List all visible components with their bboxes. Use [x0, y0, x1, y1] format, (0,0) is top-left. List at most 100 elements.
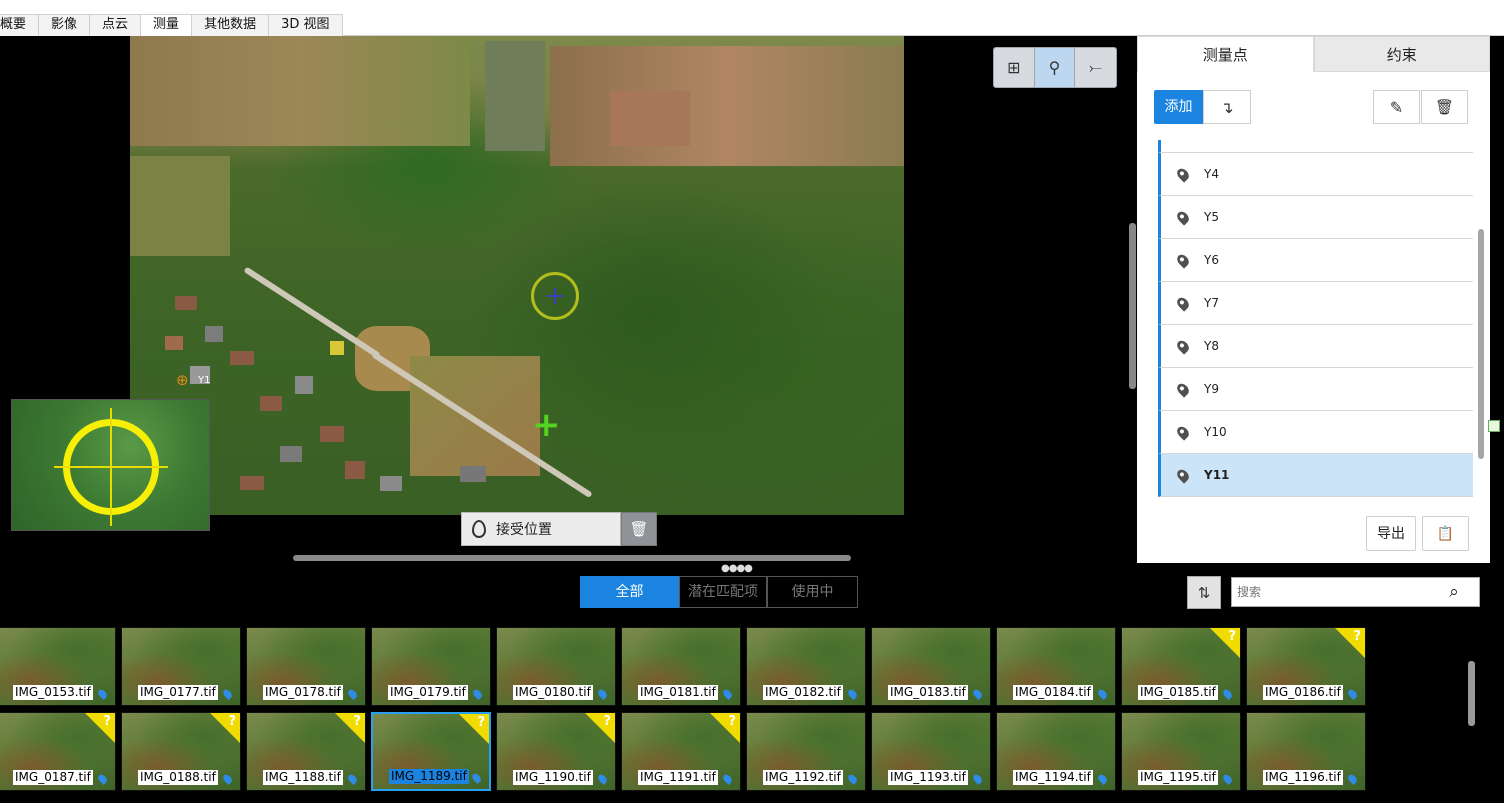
thumbnail[interactable]: IMG_1192.tif: [746, 712, 866, 791]
question-mark-icon: ?: [353, 714, 361, 729]
tab-images[interactable]: 影像: [38, 14, 91, 36]
viewer-vertical-scrollbar[interactable]: [1129, 223, 1136, 389]
thumbnail[interactable]: ? IMG_1188.tif: [246, 712, 366, 791]
module-tabs: 概要 影像 点云 测量 其他数据 3D 视图: [0, 14, 343, 37]
panel-splitter[interactable]: [0, 563, 1504, 571]
aerial-image[interactable]: + ⊕ Y1: [130, 36, 904, 515]
location-pin-icon: [471, 687, 484, 701]
point-list-scrollbar[interactable]: [1478, 229, 1484, 459]
search-box: ⌕: [1231, 577, 1480, 607]
thumbnail[interactable]: IMG_0177.tif: [121, 627, 241, 706]
thumbnail-filename: IMG_0183.tif: [888, 685, 968, 700]
location-pin-icon: [96, 687, 109, 701]
thumbnail[interactable]: ? IMG_0186.tif: [1246, 627, 1366, 706]
edit-point-button[interactable]: ✎: [1373, 90, 1420, 124]
filter-all-button[interactable]: 全部: [580, 576, 679, 608]
thumbnail-selected[interactable]: ? IMG_1189.tif: [371, 712, 491, 791]
location-pin-icon: [96, 772, 109, 786]
delete-point-button[interactable]: 🗑: [1421, 90, 1468, 124]
search-icon[interactable]: ⌕: [1440, 582, 1468, 602]
clipboard-button[interactable]: 📋: [1422, 516, 1469, 551]
thumbnail[interactable]: IMG_0178.tif: [246, 627, 366, 706]
point-name: Y8: [1204, 339, 1219, 353]
fit-view-icon[interactable]: ⊞: [994, 48, 1035, 87]
thumbnail[interactable]: ? IMG_1190.tif: [496, 712, 616, 791]
building: [320, 426, 344, 442]
export-button[interactable]: 导出: [1366, 516, 1416, 551]
thumbnail-filename: IMG_0180.tif: [513, 685, 593, 700]
building: [205, 326, 223, 342]
list-item[interactable]: [1158, 140, 1473, 153]
location-pin-icon: [596, 772, 609, 786]
thumbnail[interactable]: IMG_0183.tif: [871, 627, 991, 706]
filter-in-use-button[interactable]: 使用中: [767, 576, 858, 608]
farmland-area: [130, 156, 230, 256]
location-pin-icon: [1346, 772, 1359, 786]
point-mode-icon[interactable]: ⚲: [1034, 48, 1076, 87]
accept-position-button[interactable]: 接受位置: [461, 512, 621, 546]
list-item[interactable]: Y10: [1158, 411, 1473, 454]
list-item[interactable]: Y9: [1158, 368, 1473, 411]
thumbnail[interactable]: IMG_1195.tif: [1121, 712, 1241, 791]
thumbnail[interactable]: IMG_1196.tif: [1246, 712, 1366, 791]
location-pin-icon: [221, 772, 234, 786]
map-pin-icon: [1174, 294, 1192, 312]
thumbnail-filename: IMG_0178.tif: [263, 685, 343, 700]
delete-position-button[interactable]: 🗑: [621, 512, 657, 546]
tab-other-data[interactable]: 其他数据: [191, 14, 270, 36]
filter-potential-button[interactable]: 潜在匹配项: [679, 576, 767, 608]
tab-3d-view[interactable]: 3D 视图: [268, 14, 343, 36]
target-reticle[interactable]: [531, 272, 579, 320]
thumbnail[interactable]: IMG_1194.tif: [996, 712, 1116, 791]
projected-position-marker: +: [532, 405, 561, 445]
point-label-y1: Y1: [198, 375, 211, 386]
list-item[interactable]: Y7: [1158, 282, 1473, 325]
building: [240, 476, 264, 490]
point-name: Y9: [1204, 382, 1219, 396]
line-mode-icon[interactable]: ⤚: [1075, 48, 1116, 87]
thumbnail-scrollbar[interactable]: [1468, 661, 1475, 726]
thumbnail-filename: IMG_0187.tif: [13, 770, 93, 785]
list-item[interactable]: Y6: [1158, 239, 1473, 282]
building: [280, 446, 302, 462]
thumbnail[interactable]: IMG_1193.tif: [871, 712, 991, 791]
clipboard-icon: 📋: [1436, 525, 1455, 542]
list-item[interactable]: Y4: [1158, 153, 1473, 196]
viewer-horizontal-scrollbar[interactable]: [293, 555, 851, 561]
tab-measurement[interactable]: 测量: [140, 14, 193, 37]
thumbnail[interactable]: IMG_0184.tif: [996, 627, 1116, 706]
import-points-button[interactable]: ↴: [1203, 90, 1251, 124]
resize-handle[interactable]: [1488, 420, 1500, 432]
building: [380, 476, 402, 491]
list-item[interactable]: Y5: [1158, 196, 1473, 239]
thumbnail[interactable]: IMG_0179.tif: [371, 627, 491, 706]
farmland-area: [550, 46, 904, 166]
add-point-button[interactable]: 添加: [1154, 90, 1203, 124]
building: [260, 396, 282, 411]
location-pin-icon: [221, 687, 234, 701]
thumbnail[interactable]: ? IMG_0187.tif: [0, 712, 116, 791]
splitter-grip-icon[interactable]: ●●●●: [721, 563, 753, 574]
tab-constraints[interactable]: 约束: [1313, 36, 1490, 72]
thumbnail[interactable]: IMG_0153.tif: [0, 627, 116, 706]
thumbnail[interactable]: IMG_0181.tif: [621, 627, 741, 706]
location-pin-icon: [1096, 772, 1109, 786]
question-mark-icon: ?: [1353, 629, 1361, 644]
thumbnail[interactable]: IMG_0180.tif: [496, 627, 616, 706]
question-mark-icon: ?: [228, 714, 236, 729]
tab-overview[interactable]: 概要: [0, 14, 40, 36]
location-pin-icon: [846, 687, 859, 701]
search-input[interactable]: [1232, 579, 1440, 605]
list-item[interactable]: Y8: [1158, 325, 1473, 368]
thumbnail-filename: IMG_1194.tif: [1013, 770, 1093, 785]
thumbnail[interactable]: IMG_0182.tif: [746, 627, 866, 706]
tab-measure-points[interactable]: 测量点: [1137, 36, 1314, 72]
tab-point-cloud[interactable]: 点云: [89, 14, 142, 36]
image-filter-bar: 全部 潜在匹配项 使用中: [580, 576, 858, 608]
image-viewer[interactable]: + ⊕ Y1 ⊞ ⚲ ⤚ 接受位置 🗑: [0, 36, 1137, 563]
thumbnail[interactable]: ? IMG_0188.tif: [121, 712, 241, 791]
list-item-selected[interactable]: Y11: [1158, 454, 1473, 497]
thumbnail[interactable]: ? IMG_0185.tif: [1121, 627, 1241, 706]
thumbnail[interactable]: ? IMG_1191.tif: [621, 712, 741, 791]
sort-button[interactable]: ⇅: [1187, 576, 1221, 609]
